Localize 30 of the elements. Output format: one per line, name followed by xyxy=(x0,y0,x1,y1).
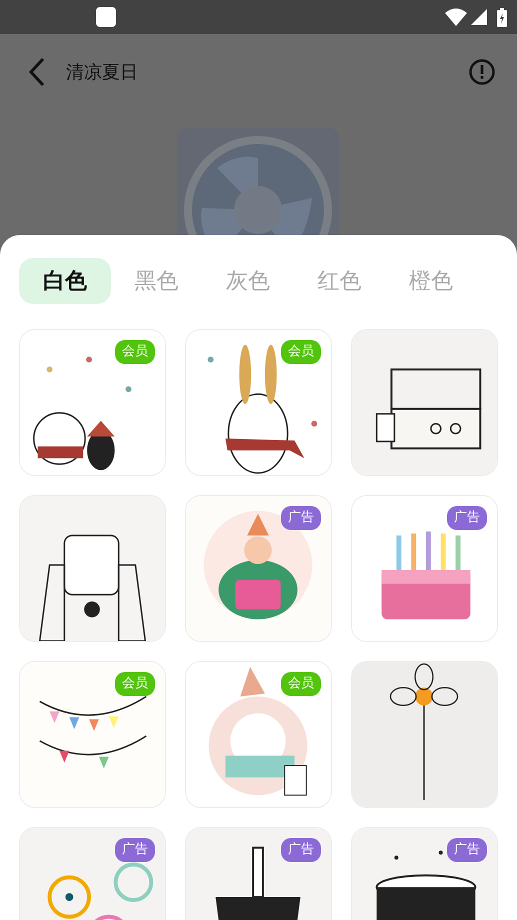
ad-badge: 广告 xyxy=(281,506,321,530)
member-badge: 会员 xyxy=(115,672,155,696)
signal-icon xyxy=(471,9,487,25)
color-tab[interactable]: 灰色 xyxy=(202,258,294,304)
sticker-card[interactable]: 会员 xyxy=(19,329,166,476)
color-tab[interactable]: 黑色 xyxy=(110,258,202,304)
notification-icon xyxy=(95,6,117,28)
ad-badge: 广告 xyxy=(447,506,487,530)
color-tab[interactable]: 橙色 xyxy=(385,258,476,304)
ad-badge: 广告 xyxy=(447,838,487,862)
ad-badge: 广告 xyxy=(281,838,321,862)
ad-badge: 广告 xyxy=(115,838,155,862)
sticker-card[interactable]: 会员 xyxy=(19,661,166,808)
member-badge: 会员 xyxy=(281,672,321,696)
page-title: 清凉夏日 xyxy=(66,61,139,84)
wifi-icon xyxy=(445,8,467,26)
member-badge: 会员 xyxy=(115,340,155,364)
back-icon[interactable] xyxy=(28,57,46,87)
sticker-card[interactable]: 会员 xyxy=(185,661,332,808)
battery-icon xyxy=(497,8,507,26)
color-tab[interactable]: 红色 xyxy=(294,258,385,304)
info-icon[interactable] xyxy=(469,59,495,85)
sticker-card[interactable]: 广告 xyxy=(351,495,498,642)
sticker-card[interactable]: 广告 xyxy=(19,827,166,920)
sticker-card[interactable]: 会员 xyxy=(185,329,332,476)
color-tab[interactable]: 白色 xyxy=(19,258,110,304)
sticker-card[interactable]: 广告 xyxy=(351,827,498,920)
sticker-card[interactable]: 广告 xyxy=(185,495,332,642)
sticker-card[interactable]: 广告 xyxy=(185,827,332,920)
member-badge: 会员 xyxy=(281,340,321,364)
